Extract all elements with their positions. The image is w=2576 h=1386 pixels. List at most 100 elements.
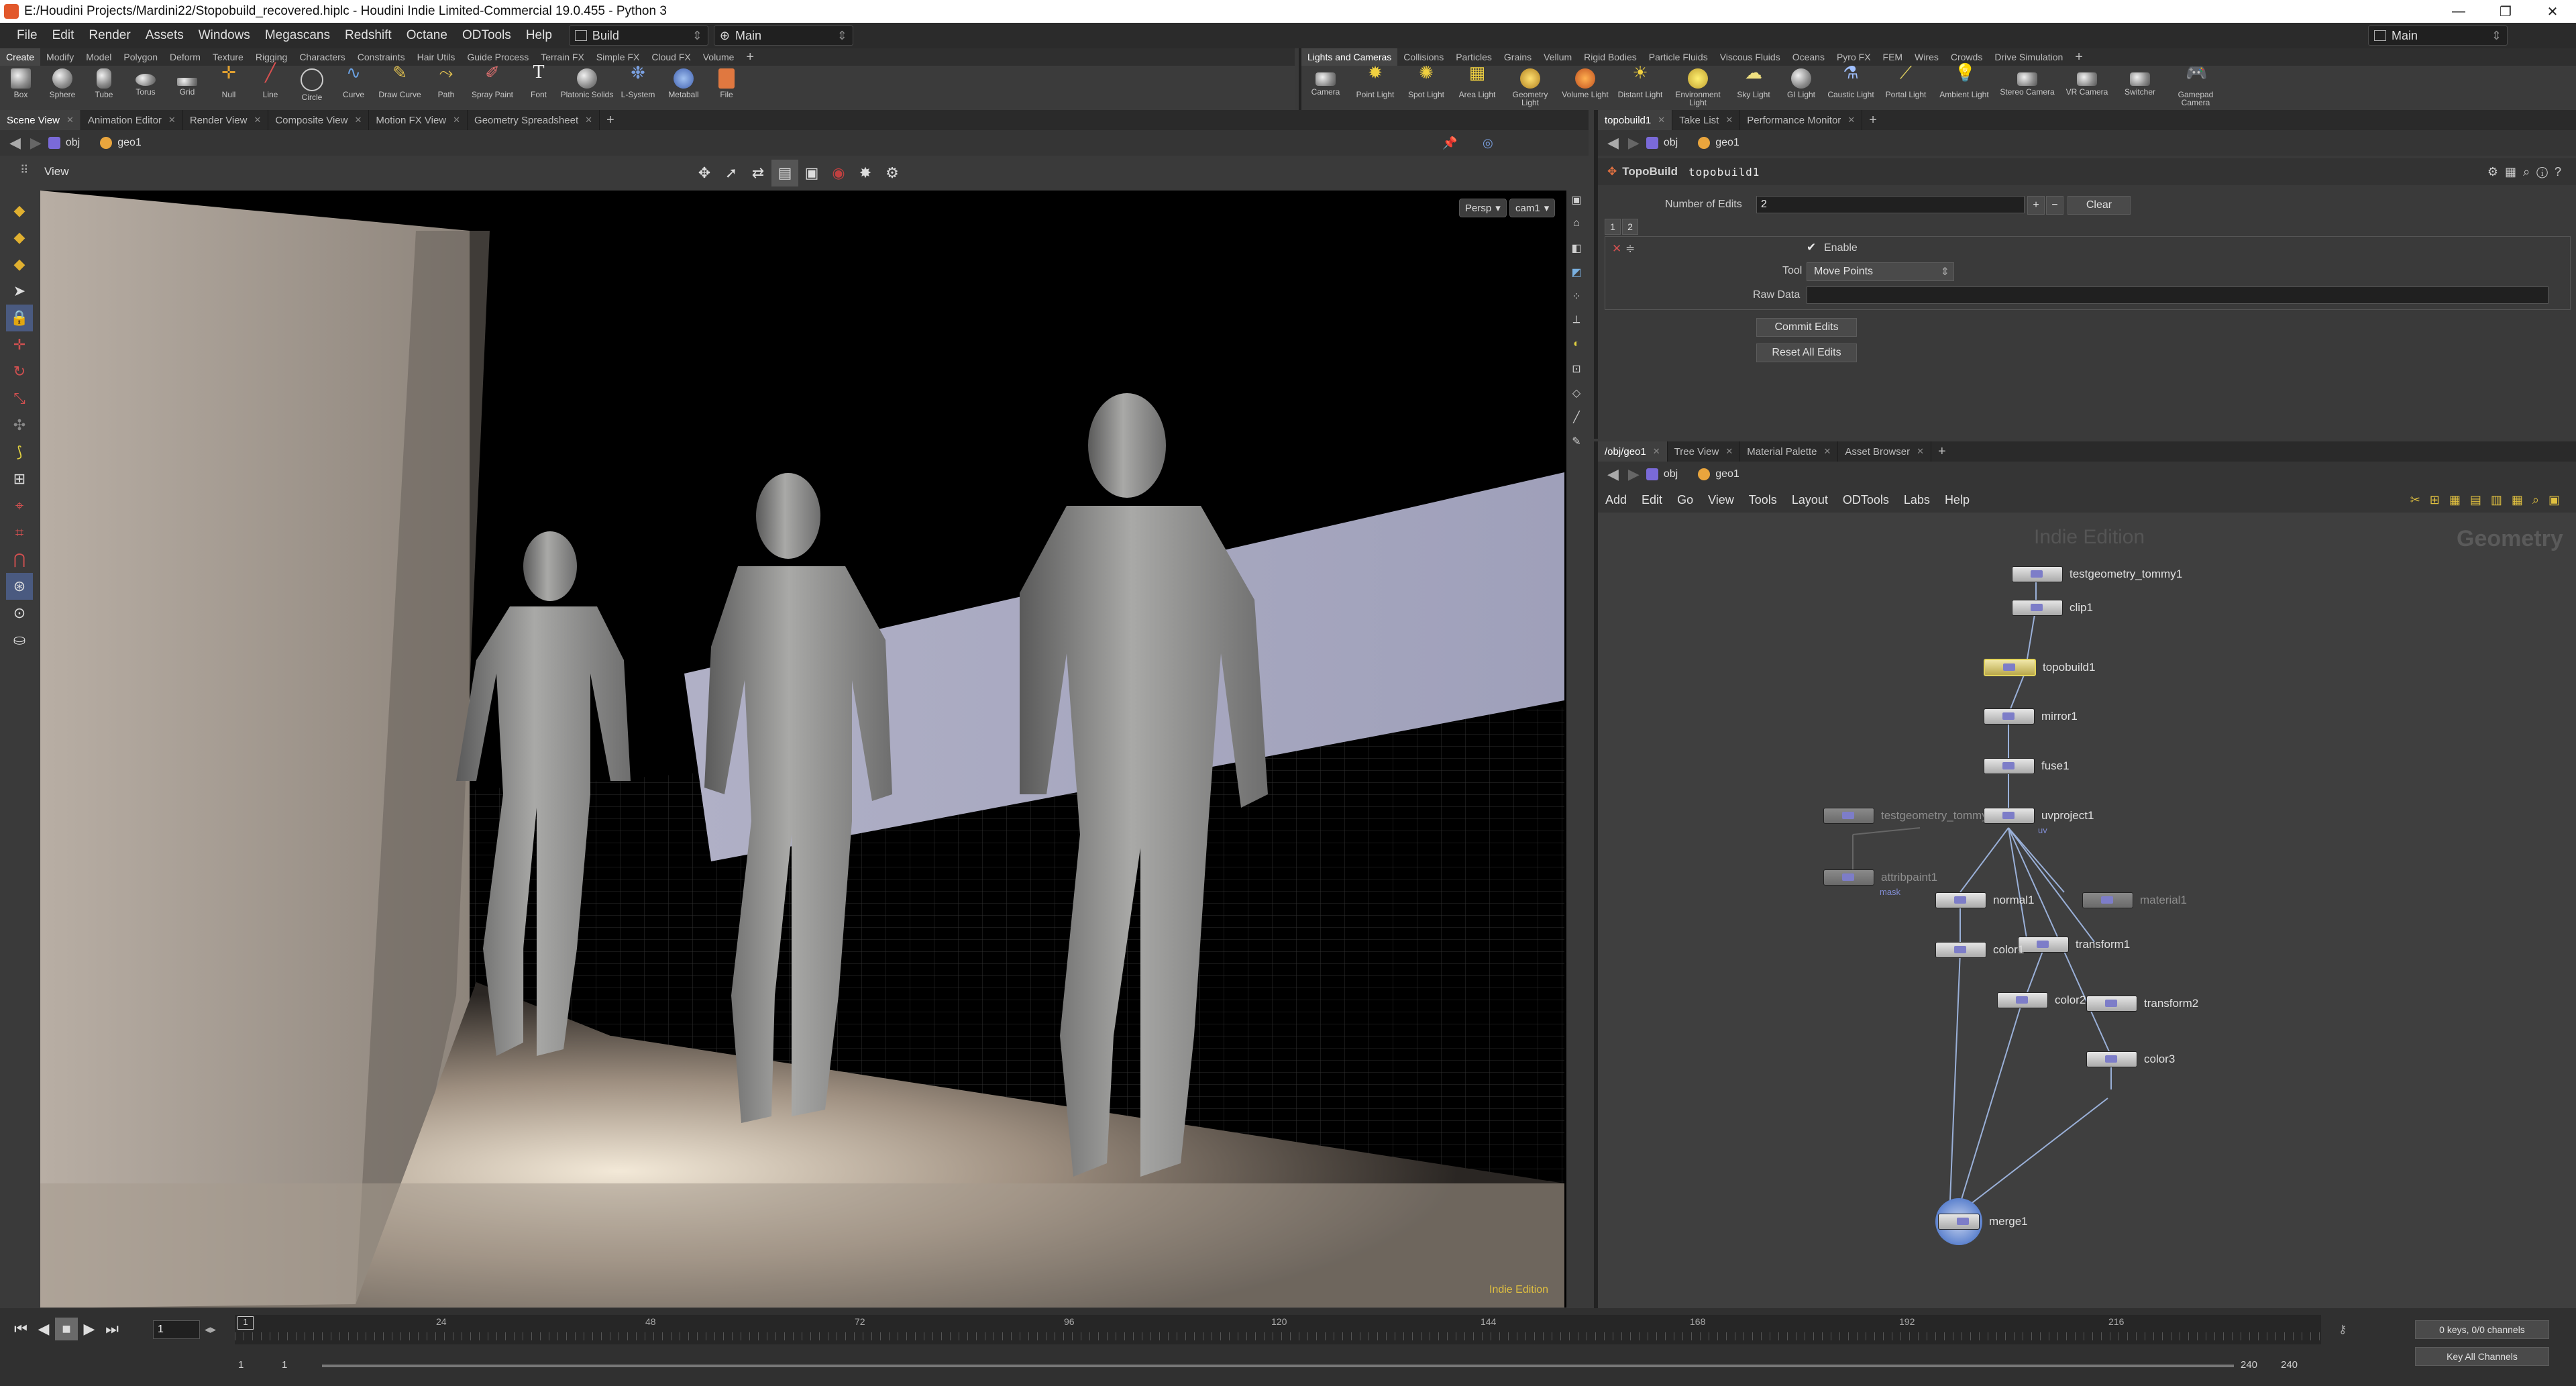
node-header-icons[interactable]: ⚙▦⌕ⓘ? [2487,165,2568,179]
shaded-icon[interactable]: ▤ [771,160,798,186]
close-tab-icon[interactable]: ✕ [585,115,592,125]
tab-render-view[interactable]: Render View ✕ [183,110,269,130]
tool-torus[interactable]: Torus [125,68,166,96]
tab-motion-fx-view[interactable]: Motion FX View ✕ [369,110,468,130]
network-canvas[interactable]: Indie Edition Geometry testgeometry_tomm… [1598,513,2576,1308]
brush-tool-icon[interactable]: ⟆ [6,439,33,466]
remove-edit-button[interactable]: − [2046,196,2063,215]
tool-volume-light[interactable]: Volume Light [1558,68,1613,99]
tool-curve[interactable]: ∿ Curve [333,64,374,99]
menu-file[interactable]: File [9,28,45,43]
add-tab-icon[interactable]: + [1862,110,1884,130]
close-tab-icon[interactable]: ✕ [1725,446,1733,457]
menu-redshift[interactable]: Redshift [337,28,399,43]
shelf-tab-hair-utils[interactable]: Hair Utils [411,48,462,66]
tool-sky-light[interactable]: ☁ Sky Light [1728,64,1779,99]
breadcrumb-geo1[interactable]: geo1 [100,137,142,149]
node-name-field[interactable]: topobuild1 [1684,163,2460,180]
snap-point-icon[interactable]: ⌗ [6,519,33,546]
tool-spray-paint[interactable]: ✐ Spray Paint [467,64,518,99]
add-tab-icon[interactable]: + [1931,441,1953,462]
add-shelf-tab-icon[interactable]: + [740,48,760,66]
node-testgeometry-tommy1[interactable]: testgeometry_tommy1 [2012,566,2182,582]
close-tab-icon[interactable]: ✕ [1725,115,1733,125]
uv-display-icon[interactable]: ◐ [1573,338,1580,362]
tab-topobuild1[interactable]: topobuild1 ✕ [1598,110,1673,130]
node-box[interactable] [1997,992,2048,1008]
add-edit-button[interactable]: + [2027,196,2045,215]
node-merge1[interactable]: merge1 [1935,1198,2028,1245]
jump-start-icon[interactable]: ⏮ [9,1318,32,1340]
close-button[interactable]: ✕ [2529,0,2576,23]
net-menu-edit[interactable]: Edit [1634,493,1670,507]
keys-channels-display[interactable]: 0 keys, 0/0 channels [2415,1320,2549,1339]
tool-null[interactable]: ✛ Null [208,64,250,99]
tool-platonic-solids[interactable]: Platonic Solids [559,68,614,99]
persp-dropdown[interactable]: Persp ▾ [1459,199,1507,217]
range-end-2[interactable]: 240 [2281,1359,2298,1371]
close-tab-icon[interactable]: ✕ [254,115,261,125]
jump-end-icon[interactable]: ⏭ [101,1318,123,1340]
breadcrumb-obj[interactable]: obj [1646,468,1678,480]
tool-grid[interactable]: Grid [166,68,208,96]
back-arrow-icon[interactable]: ◀ [9,134,21,152]
close-tab-icon[interactable]: ✕ [453,115,460,125]
tool-sphere[interactable]: Sphere [42,68,83,99]
breadcrumb-geo1[interactable]: geo1 [1698,137,1739,149]
tool-switcher[interactable]: Switcher [2114,68,2165,96]
node-box[interactable] [1984,758,2035,774]
transform-tool-icon[interactable]: ✣ [6,412,33,439]
tool-geometry-light[interactable]: Geometry Light [1503,68,1558,107]
node-box[interactable] [2012,566,2063,582]
shelf-tab-grains[interactable]: Grains [1498,48,1538,66]
clear-button[interactable]: Clear [2068,196,2131,215]
right-desktop-select[interactable]: Main ⇕ [2368,25,2508,46]
tool-path[interactable]: ⤳ Path [425,64,467,99]
close-tab-icon[interactable]: ✕ [66,115,74,125]
node-box[interactable] [1984,708,2035,725]
menu-render[interactable]: Render [81,28,138,43]
tab-performance-monitor[interactable]: Performance Monitor ✕ [1740,110,1863,130]
shelf-tab-cloud-fx[interactable]: Cloud FX [645,48,696,66]
add-tab-icon[interactable]: + [600,110,621,130]
desktop-select[interactable]: Build ⇕ [568,25,708,46]
multiparm-tab-1[interactable]: 1 [1605,219,1621,235]
key-icon[interactable]: ⚷ [2339,1323,2347,1336]
close-tab-icon[interactable]: ✕ [354,115,362,125]
view-tool-icon[interactable]: ◆ [6,224,33,251]
menu-octane[interactable]: Octane [399,28,455,43]
node-clip1[interactable]: clip1 [2012,600,2093,616]
node-box[interactable] [1935,942,1986,958]
breadcrumb-geo1[interactable]: geo1 [1698,468,1739,480]
snap-grid-icon[interactable]: ⌖ [6,492,33,519]
context-select[interactable]: ⊕ Main ⇕ [713,25,853,46]
pose-tool-icon[interactable]: ◆ [6,251,33,278]
tool-vr-camera[interactable]: VR Camera [2059,68,2114,96]
node-box[interactable] [2086,1051,2137,1067]
tool-portal-light[interactable]: ⟋ Portal Light [1878,64,1933,99]
tool-stereo-camera[interactable]: Stereo Camera [1995,68,2059,96]
node-box[interactable] [1984,808,2035,824]
tool-spot-light[interactable]: ✺ Spot Light [1401,64,1452,99]
frame-ruler[interactable]: 1 24 48 72 96 120 144 168 192 216 [235,1315,2321,1344]
lock-camera-icon[interactable]: ▣ [1571,193,1581,217]
wireframe-icon[interactable]: ▣ [798,160,825,186]
net-menu-go[interactable]: Go [1670,493,1701,507]
close-tab-icon[interactable]: ✕ [1917,446,1924,457]
shelf-tab-drive-simulation[interactable]: Drive Simulation [1988,48,2069,66]
menu-odtools[interactable]: ODTools [455,28,519,43]
tab-tree-view[interactable]: Tree View ✕ [1668,441,1741,462]
display-options-icon[interactable]: ⚙ [879,160,906,186]
node-box[interactable] [1935,892,1986,908]
node-box[interactable] [1823,869,1874,886]
menu-megascans[interactable]: Megascans [258,28,337,43]
close-tab-icon[interactable]: ✕ [1823,446,1831,457]
tool-l-system[interactable]: ❉ L-System [614,64,661,99]
shelf-tab-volume[interactable]: Volume [697,48,741,66]
camera-dropdown[interactable]: cam1 ▾ [1509,199,1556,217]
net-menu-odtools[interactable]: ODTools [1835,493,1896,507]
menu-edit[interactable]: Edit [45,28,82,43]
record-icon[interactable]: ◉ [825,160,852,186]
tool-point-light[interactable]: ✹ Point Light [1350,64,1401,99]
node-box[interactable] [2086,996,2137,1012]
